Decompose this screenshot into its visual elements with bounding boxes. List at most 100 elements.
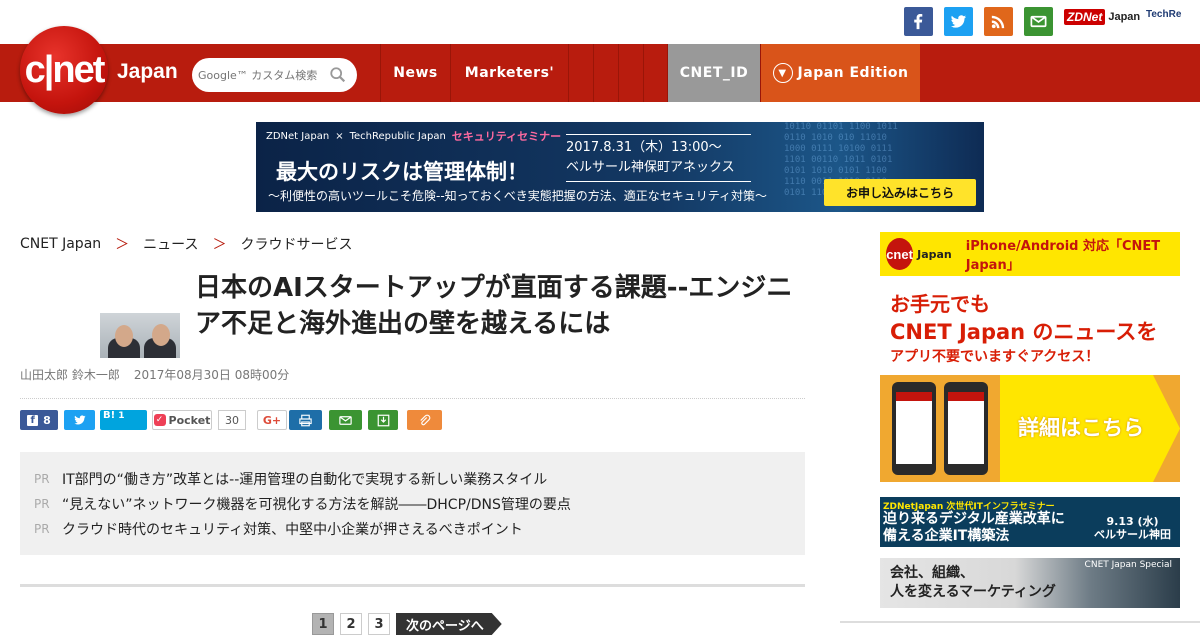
pr-item-text: “見えない”ネットワーク機器を可視化する方法を解説――DHCP/DNS管理の要点 [62, 496, 571, 513]
ad-cta: 詳細はこちら [1018, 416, 1144, 440]
banner-zdnet: ZDNet Japan [266, 130, 330, 142]
infra-seminar-ad[interactable]: ZDNetJapan 次世代ITインフラセミナー 迫り来るデジタル産業改革に 備… [880, 497, 1180, 547]
nav-news[interactable]: News [380, 44, 450, 102]
nav-spacer-3 [618, 44, 643, 102]
top-utility-bar: ZDNet Japan TechRe [0, 0, 1200, 44]
breadcrumb-category[interactable]: クラウドサービス [240, 234, 352, 254]
breadcrumb-separator: ＞ [212, 237, 227, 253]
nav-spacer-2 [593, 44, 618, 102]
pocket-icon: ✓ [153, 414, 166, 426]
nav-marketers[interactable]: Marketers' [450, 44, 568, 102]
security-seminar-banner[interactable]: 10110 01101 1100 1011 0110 1010 010 11010… [256, 122, 984, 212]
ad3-label: CNET Japan Special [1084, 560, 1172, 570]
mail-icon[interactable] [1024, 7, 1053, 36]
phone-illustration [892, 382, 936, 475]
clip-button[interactable] [407, 410, 442, 430]
article-meta: 山田太郎 鈴木一郎 2017年08月30日 08時00分 [20, 366, 289, 383]
page-3-button[interactable]: 3 [368, 613, 390, 635]
ad2-headline: 迫り来るデジタル産業改革に 備える企業IT構築法 [883, 511, 1065, 545]
page-2-button[interactable]: 2 [340, 613, 362, 635]
article-title: 日本のAIスタートアップが直面する課題--エンジニア不足と海外進出の壁を越えるに… [195, 273, 793, 339]
mail-share-button[interactable] [329, 410, 362, 430]
rss-icon[interactable] [984, 7, 1013, 36]
zdnet-japan-link[interactable]: ZDNet Japan [1064, 9, 1140, 25]
sidebar-divider [840, 621, 1200, 623]
pr-item[interactable]: PR “見えない”ネットワーク機器を可視化する方法を解説――DHCP/DNS管理… [34, 491, 805, 516]
facebook-icon: f [27, 414, 39, 426]
banner-x: × [335, 130, 344, 142]
pr-tag: PR [34, 496, 50, 511]
twitter-icon[interactable] [944, 7, 973, 36]
ad2-date-block: 9.13 (水) ベルサール神田 [1094, 515, 1171, 541]
ad-line-1: お手元でも [890, 292, 990, 316]
pocket-button[interactable]: ✓ Pocket [152, 410, 212, 430]
breadcrumb-home[interactable]: CNET Japan [20, 236, 101, 252]
banner-subline: 〜利便性の高いツールこそ危険--知っておくべき実態把握の方法、適正なセキュリティ… [268, 189, 767, 203]
twitter-share-button[interactable] [64, 410, 95, 430]
section-divider [20, 584, 805, 587]
pr-item[interactable]: PR クラウド時代のセキュリティ対策、中堅中小企業が押さえるべきポイント [34, 516, 805, 541]
page-1-button[interactable]: 1 [312, 613, 334, 635]
techrepublic-link[interactable]: TechRe [1146, 9, 1181, 20]
ad-header-text: iPhone/Android 対応「CNET Japan」 [965, 239, 1161, 273]
zdnet-suffix: Japan [1108, 11, 1141, 23]
facebook-share-count: 8 [43, 413, 51, 427]
ad3-line-2: 人を変えるマーケティング [890, 584, 1056, 600]
pr-item[interactable]: PR IT部門の“働き方”改革とは--運用管理の自動化で実現する新しい業務スタイ… [34, 466, 805, 491]
breadcrumb-section[interactable]: ニュース [143, 234, 198, 254]
search-icon[interactable] [329, 66, 347, 84]
hatena-bookmark-button[interactable]: B! 1 [100, 410, 147, 430]
ad2-date: 9.13 (水) [1106, 515, 1159, 528]
marketing-special-ad[interactable]: CNET Japan Special 会社、組織、 人を変えるマーケティング [880, 558, 1180, 608]
print-button[interactable] [289, 410, 322, 430]
banner-seminar-label: セキュリティセミナー [451, 130, 562, 143]
ad3-headline: 会社、組織、 人を変えるマーケティング [890, 564, 1056, 602]
banner-date-block: 2017.8.31（木）13:00〜 ベルサール神保町アネックス [566, 134, 751, 182]
breadcrumb: CNET Japan ＞ ニュース ＞ クラウドサービス [20, 234, 352, 254]
pocket-label: Pocket [168, 413, 211, 427]
banner-cta-button[interactable]: お申し込みはこちら [824, 179, 976, 206]
ad-line-2: CNET Japan のニュースを [890, 320, 1158, 344]
ad-header: cnet Japan iPhone/Android 対応「CNET Japan」 [880, 232, 1180, 276]
pr-tag: PR [34, 521, 50, 536]
nav-cnet-id[interactable]: CNET_ID [667, 44, 760, 102]
ad3-line-1: 会社、組織、 [890, 565, 974, 581]
banner-top-row: ZDNet Japan × TechRepublic Japan セキュリティセ… [266, 128, 561, 144]
print-icon [299, 414, 312, 426]
google-plus-button[interactable]: G+ [257, 410, 287, 430]
pagination: 1 2 3 次のページへ [312, 613, 502, 635]
search-box [192, 58, 357, 92]
pocket-count: 30 [218, 410, 246, 430]
twitter-icon [73, 415, 86, 425]
japan-edition-label: Japan Edition [797, 65, 909, 81]
hatena-icon: B! [103, 410, 116, 421]
mail-icon [339, 415, 352, 425]
ad2-line-2: 備える企業IT構築法 [883, 528, 1010, 544]
zdnet-logo: ZDNet [1064, 9, 1106, 25]
nav-spacer-4 [643, 44, 667, 102]
phone-illustration [944, 382, 988, 475]
nav-japan-edition[interactable]: ▼ Japan Edition [760, 44, 920, 102]
save-button[interactable] [368, 410, 398, 430]
next-page-button[interactable]: 次のページへ [396, 613, 502, 635]
logo-japan-text: Japan [117, 60, 178, 83]
facebook-share-button[interactable]: f 8 [20, 410, 58, 430]
ad2-line-1: 迫り来るデジタル産業改革に [883, 511, 1065, 527]
breadcrumb-separator: ＞ [115, 237, 130, 253]
banner-techrepublic: TechRepublic Japan [349, 130, 446, 142]
nav-spacer-1 [568, 44, 593, 102]
search-input[interactable] [198, 68, 328, 82]
pr-item-text: IT部門の“働き方”改革とは--運用管理の自動化で実現する新しい業務スタイル [62, 471, 548, 488]
article-author: 山田太郎 鈴木一郎 [20, 368, 120, 382]
banner-venue: ベルサール神保町アネックス [566, 160, 735, 175]
download-icon [377, 414, 389, 426]
cnet-app-ad[interactable]: cnet Japan iPhone/Android 対応「CNET Japan」… [880, 232, 1180, 482]
article-date: 2017年08月30日 08時00分 [133, 368, 290, 382]
cnet-logo[interactable]: c|net [20, 26, 108, 114]
clip-icon [420, 414, 431, 425]
ad-line-3: アプリ不要でいますぐアクセス！ [890, 349, 1100, 365]
facebook-icon[interactable] [904, 7, 933, 36]
banner-date: 2017.8.31（木）13:00〜 [566, 140, 722, 155]
divider [20, 398, 805, 399]
pr-tag: PR [34, 471, 50, 486]
